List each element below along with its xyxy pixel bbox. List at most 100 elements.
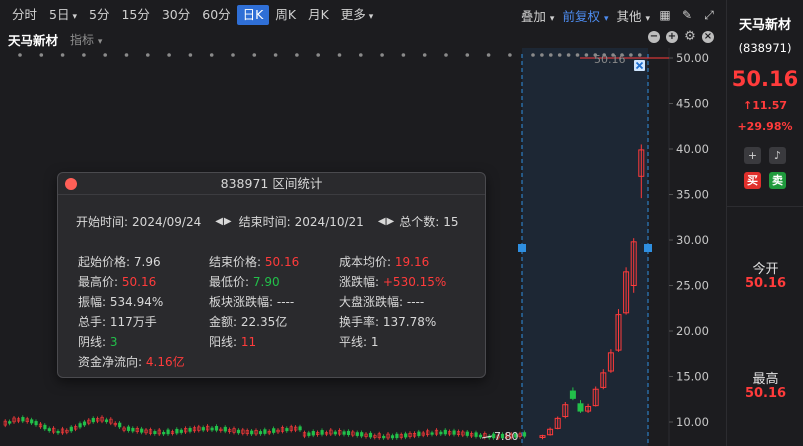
start-time-stepper-icon[interactable]: ◀▶: [215, 216, 232, 227]
sidebar-divider: [727, 206, 803, 207]
range-selection-band[interactable]: [522, 48, 648, 446]
history-candle-body: [430, 432, 434, 435]
plus-icon[interactable]: +: [666, 31, 678, 43]
event-dot: [60, 53, 65, 57]
stat-value: 50.16: [264, 255, 300, 269]
sidebar-stock-name: 天马新材: [738, 18, 791, 33]
period-5min[interactable]: 5分: [83, 5, 115, 25]
event-dot: [422, 53, 427, 57]
stat-market-change: 大盘涨跌幅: ----: [339, 293, 424, 310]
indicator-dropdown[interactable]: 指标 ▾: [70, 31, 102, 48]
buy-button[interactable]: 买: [744, 172, 761, 189]
event-dot: [486, 53, 491, 57]
close-icon[interactable]: ×: [702, 31, 714, 43]
fullscreen-icon[interactable]: ⤢: [702, 8, 716, 22]
adjust-dropdown[interactable]: 前复权 ▾: [562, 6, 608, 25]
event-dot: [316, 53, 321, 57]
stat-value: 50.16: [121, 275, 157, 289]
history-candle-body: [474, 432, 478, 437]
history-candle-body: [404, 433, 408, 438]
stat-volume: 总手: 117万手: [78, 313, 157, 330]
candle-body: [577, 403, 584, 412]
event-dot: [252, 53, 257, 57]
period-fenshi[interactable]: 分时: [6, 5, 43, 25]
event-dot: [465, 53, 470, 57]
bell-alert-icon[interactable]: ♪: [769, 147, 786, 164]
history-candle-body: [118, 422, 122, 428]
stat-label: 涨跌幅:: [339, 275, 380, 289]
stat-label: 成本均价:: [339, 255, 392, 269]
sidebar-actions-1: + ♪: [727, 147, 803, 164]
end-time-label: 结束时间:: [238, 215, 291, 229]
overlay-dropdown[interactable]: 叠加 ▾: [521, 6, 555, 25]
event-dot: [575, 53, 580, 57]
history-candle-body: [69, 426, 73, 432]
stat-amount: 金额: 22.35亿: [209, 313, 287, 330]
sidebar-high-label: 最高: [752, 372, 779, 387]
period-5day[interactable]: 5日 ▾: [43, 5, 83, 25]
event-dot: [611, 53, 615, 57]
history-candle-body: [188, 428, 192, 432]
sell-button[interactable]: 卖: [769, 172, 786, 189]
add-watchlist-icon[interactable]: +: [744, 147, 761, 164]
grid-icon[interactable]: ▦: [658, 8, 672, 22]
history-candle-body: [8, 421, 12, 424]
count-value: 15: [443, 214, 459, 229]
minus-icon[interactable]: −: [648, 31, 660, 43]
sidebar-price: 50.16: [731, 67, 799, 91]
stat-value: ----: [276, 295, 295, 309]
history-candle-body: [210, 427, 214, 431]
stat-label: 阴线:: [78, 335, 107, 349]
history-candle-body: [298, 426, 302, 431]
close-selection-icon[interactable]: [634, 60, 645, 71]
history-candle-body: [250, 430, 254, 435]
history-candle-body: [439, 431, 443, 435]
event-dot: [359, 53, 363, 57]
stat-label: 最高价:: [78, 275, 119, 289]
end-time-stepper-icon[interactable]: ◀▶: [378, 216, 395, 227]
event-dot: [602, 53, 606, 57]
period-daily-k[interactable]: 日K: [236, 5, 270, 25]
event-dot: [444, 53, 448, 57]
period-monthly-k[interactable]: 月K: [302, 5, 335, 25]
candle-body: [569, 390, 576, 399]
range-start-handle[interactable]: [518, 244, 526, 252]
stat-label: 大盘涨跌幅:: [339, 295, 404, 309]
period-15min[interactable]: 15分: [115, 5, 155, 25]
gear-icon[interactable]: ⚙: [684, 30, 696, 43]
period-30min[interactable]: 30分: [156, 5, 196, 25]
period-60min[interactable]: 60分: [196, 5, 236, 25]
event-dot: [39, 53, 44, 57]
history-candle-body: [272, 428, 276, 433]
period-5day-label: 5日: [49, 7, 70, 22]
event-dot: [593, 53, 598, 57]
event-dot: [380, 53, 384, 57]
stat-value: 3: [109, 335, 118, 349]
history-candle-body: [452, 430, 456, 435]
history-candle-body: [417, 431, 421, 436]
event-dot: [273, 53, 278, 57]
stat-label: 最低价:: [209, 275, 250, 289]
stat-label: 金额:: [209, 315, 238, 329]
stat-value: +530.15%: [382, 275, 447, 289]
other-dropdown[interactable]: 其他 ▾: [616, 6, 650, 25]
history-candle-body: [465, 431, 469, 436]
y-tick-label: 40.00: [676, 142, 709, 156]
event-dot: [231, 53, 235, 57]
event-dot: [82, 53, 86, 57]
period-more[interactable]: 更多 ▾: [335, 5, 380, 25]
range-end-handle[interactable]: [644, 244, 652, 252]
chart-stock-name: 天马新材: [8, 32, 59, 48]
history-candle-body: [311, 431, 315, 436]
history-candle-body: [104, 419, 109, 423]
event-dot: [629, 53, 633, 57]
history-candle-body: [82, 421, 87, 426]
event-dot: [167, 53, 171, 57]
period-weekly-k[interactable]: 周K: [269, 5, 302, 25]
y-tick-label: 20.00: [676, 324, 709, 338]
close-button[interactable]: [65, 178, 77, 190]
history-candle-body: [34, 421, 38, 426]
draw-pen-icon[interactable]: ✎: [680, 8, 694, 22]
indicator-label: 指标: [70, 32, 95, 47]
chevron-down-icon: ▾: [368, 12, 374, 22]
